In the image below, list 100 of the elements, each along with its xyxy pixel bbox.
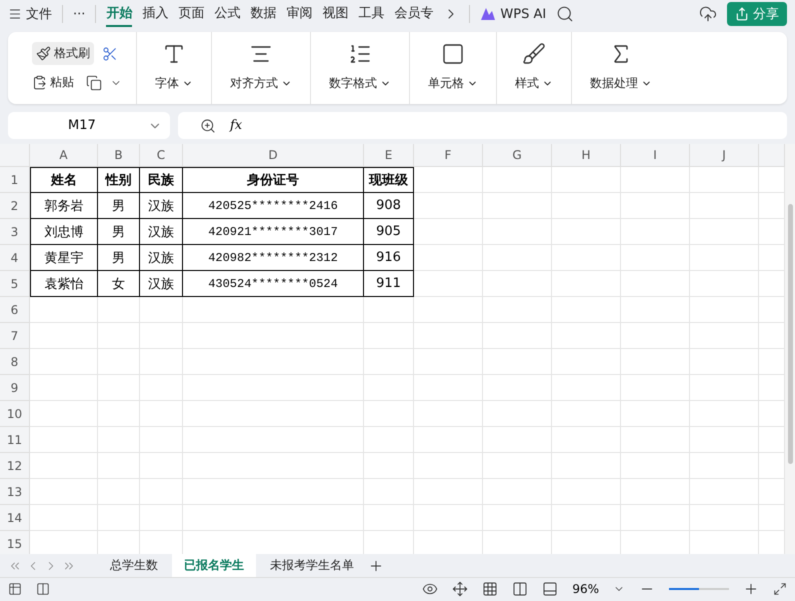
empty-cell[interactable]: [690, 375, 759, 401]
empty-cell[interactable]: [364, 323, 414, 349]
empty-cell[interactable]: [690, 401, 759, 427]
empty-cell[interactable]: [414, 297, 483, 323]
ribbon-group-button[interactable]: 对齐方式: [226, 72, 296, 94]
empty-cell[interactable]: [621, 401, 690, 427]
empty-cell[interactable]: [414, 505, 483, 531]
empty-cell[interactable]: [552, 427, 621, 453]
column-header[interactable]: E: [364, 144, 414, 167]
empty-cell[interactable]: [552, 505, 621, 531]
menu-tab[interactable]: 数据: [250, 1, 276, 27]
empty-cell[interactable]: [621, 479, 690, 505]
empty-cell[interactable]: [483, 401, 552, 427]
empty-cell[interactable]: [414, 479, 483, 505]
copy-icon[interactable]: [86, 74, 102, 90]
row-header[interactable]: 7: [0, 323, 30, 349]
empty-cell[interactable]: [690, 349, 759, 375]
empty-cell[interactable]: [552, 401, 621, 427]
empty-cell[interactable]: [414, 401, 483, 427]
empty-cell[interactable]: [621, 219, 690, 245]
empty-cell[interactable]: [483, 427, 552, 453]
empty-cell[interactable]: [690, 219, 759, 245]
empty-cell[interactable]: [140, 349, 183, 375]
name-box[interactable]: M17: [8, 112, 170, 139]
ribbon-group-button[interactable]: 数据处理: [586, 72, 656, 94]
empty-cell[interactable]: [552, 245, 621, 271]
empty-cell[interactable]: [140, 297, 183, 323]
empty-cell[interactable]: [414, 453, 483, 479]
row-header[interactable]: 4: [0, 245, 30, 271]
empty-cell[interactable]: [414, 245, 483, 271]
empty-cell[interactable]: [140, 323, 183, 349]
row-header[interactable]: 11: [0, 427, 30, 453]
empty-cell[interactable]: [621, 453, 690, 479]
column-header[interactable]: H: [552, 144, 621, 167]
empty-cell[interactable]: [690, 271, 759, 297]
empty-cell[interactable]: [690, 479, 759, 505]
fullscreen-icon[interactable]: [773, 582, 787, 596]
empty-cell[interactable]: [552, 167, 621, 193]
row-header[interactable]: 3: [0, 219, 30, 245]
row-header[interactable]: 5: [0, 271, 30, 297]
empty-cell[interactable]: [621, 505, 690, 531]
empty-cell[interactable]: [483, 193, 552, 219]
menu-tab[interactable]: 页面: [178, 1, 204, 27]
empty-cell[interactable]: [414, 375, 483, 401]
empty-cell[interactable]: [364, 375, 414, 401]
empty-cell[interactable]: [183, 401, 364, 427]
empty-cell[interactable]: [183, 505, 364, 531]
empty-cell[interactable]: [621, 167, 690, 193]
empty-cell[interactable]: [140, 453, 183, 479]
row-header[interactable]: 13: [0, 479, 30, 505]
empty-cell[interactable]: [483, 323, 552, 349]
empty-cell[interactable]: [621, 245, 690, 271]
column-header[interactable]: I: [621, 144, 690, 167]
sheet-tab[interactable]: 已报名学生: [172, 554, 256, 577]
row-header[interactable]: 6: [0, 297, 30, 323]
empty-cell[interactable]: [364, 453, 414, 479]
empty-cell[interactable]: [183, 427, 364, 453]
empty-cell[interactable]: [552, 453, 621, 479]
row-header[interactable]: 8: [0, 349, 30, 375]
empty-cell[interactable]: [140, 401, 183, 427]
empty-cell[interactable]: [414, 349, 483, 375]
empty-cell[interactable]: [483, 453, 552, 479]
empty-cell[interactable]: [483, 349, 552, 375]
column-header[interactable]: A: [30, 144, 98, 167]
empty-cell[interactable]: [690, 453, 759, 479]
menu-tab[interactable]: 开始: [106, 1, 132, 27]
empty-cell[interactable]: [140, 479, 183, 505]
eye-icon[interactable]: [422, 581, 438, 597]
empty-cell[interactable]: [98, 401, 140, 427]
ribbon-group-button[interactable]: 样式: [511, 72, 557, 94]
share-button[interactable]: 分享: [727, 2, 787, 26]
select-all-corner[interactable]: [0, 144, 30, 167]
empty-cell[interactable]: [364, 349, 414, 375]
empty-cell[interactable]: [414, 219, 483, 245]
zoom-icon[interactable]: [200, 118, 216, 134]
empty-cell[interactable]: [621, 427, 690, 453]
empty-cell[interactable]: [98, 323, 140, 349]
empty-cell[interactable]: [414, 271, 483, 297]
empty-cell[interactable]: [98, 349, 140, 375]
empty-cell[interactable]: [552, 297, 621, 323]
empty-cell[interactable]: [183, 479, 364, 505]
empty-cell[interactable]: [364, 401, 414, 427]
empty-cell[interactable]: [483, 245, 552, 271]
empty-cell[interactable]: [552, 193, 621, 219]
scrollbar-thumb[interactable]: [788, 204, 792, 464]
wps-ai-button[interactable]: WPS AI: [480, 6, 546, 22]
empty-cell[interactable]: [140, 427, 183, 453]
empty-cell[interactable]: [552, 349, 621, 375]
page-layout-icon[interactable]: [542, 581, 558, 597]
empty-cell[interactable]: [483, 297, 552, 323]
empty-cell[interactable]: [140, 505, 183, 531]
empty-cell[interactable]: [621, 375, 690, 401]
ribbon-group-button[interactable]: 字体: [151, 72, 197, 94]
move-icon[interactable]: [452, 581, 468, 597]
empty-cell[interactable]: [483, 505, 552, 531]
empty-cell[interactable]: [183, 375, 364, 401]
menu-tab[interactable]: 公式: [214, 1, 240, 27]
paste-button[interactable]: 粘贴: [28, 71, 78, 94]
row-header[interactable]: 9: [0, 375, 30, 401]
empty-cell[interactable]: [183, 453, 364, 479]
